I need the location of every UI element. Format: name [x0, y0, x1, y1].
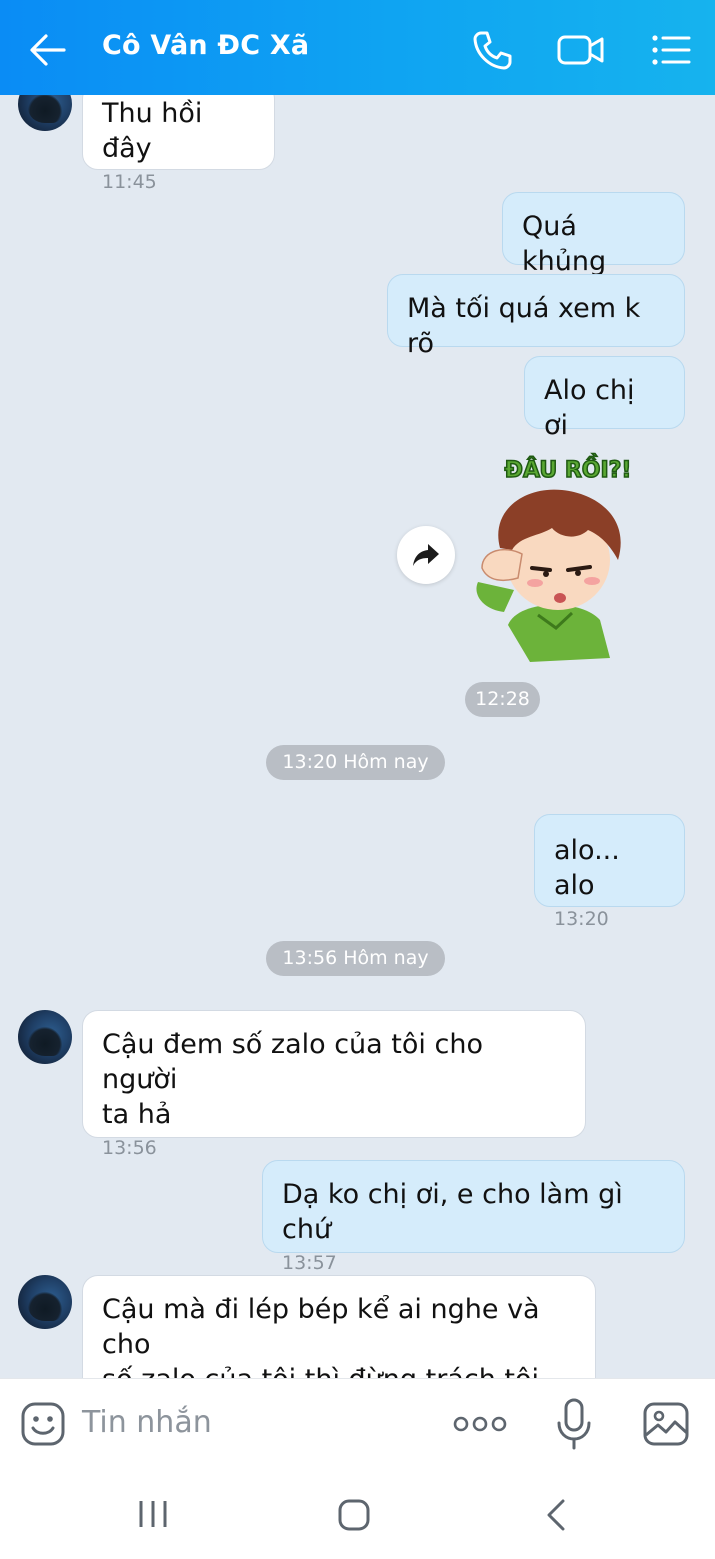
image-icon[interactable] — [642, 1401, 690, 1447]
message-bubble-outgoing[interactable]: Quá khủng — [502, 192, 685, 277]
chat-header: Cô Vân ĐC Xã — [0, 0, 715, 95]
message-time: 13:20 — [554, 908, 609, 930]
contact-name[interactable]: Cô Vân ĐC Xã — [102, 30, 309, 61]
message-time: 11:45 — [102, 171, 157, 193]
video-call-icon[interactable] — [556, 28, 606, 72]
message-text-line: số zalo của tôi thì đừng trách tôi — [102, 1362, 576, 1378]
forward-button[interactable] — [397, 526, 455, 584]
emoji-icon[interactable] — [20, 1401, 66, 1447]
message-text-line: ta hả — [102, 1099, 172, 1130]
cartoon-boy-sticker[interactable]: ĐÂU RỒI?! — [460, 450, 640, 665]
message-bubble-incoming[interactable]: Cậu đem số zalo của tôi cho người ta hả … — [82, 1010, 586, 1159]
home-icon[interactable] — [337, 1498, 371, 1532]
back-icon[interactable] — [544, 1498, 568, 1532]
message-bubble-outgoing[interactable]: Mà tối quá xem k rõ — [387, 274, 685, 359]
back-arrow-icon[interactable] — [26, 30, 70, 70]
message-bubble-incoming[interactable]: Cậu mà đi lép bép kể ai nghe và cho số z… — [82, 1275, 596, 1378]
menu-list-icon[interactable] — [650, 28, 694, 72]
date-separator: 13:20 Hôm nay — [266, 745, 445, 780]
more-options-icon[interactable] — [452, 1409, 508, 1439]
contact-avatar[interactable] — [18, 1010, 72, 1064]
message-text: Thu hồi đây — [102, 98, 203, 164]
message-time-pill: 12:28 — [465, 682, 540, 717]
message-text: Quá khủng — [522, 211, 607, 277]
message-bubble-incoming[interactable]: Thu hồi đây 11:45 — [82, 95, 275, 193]
recent-apps-icon[interactable] — [136, 1498, 170, 1530]
message-time: 13:57 — [282, 1252, 337, 1274]
message-text-line: Cậu đem số zalo của tôi cho người — [102, 1029, 483, 1095]
message-bubble-outgoing[interactable]: alo... alo 13:20 — [534, 814, 685, 930]
microphone-icon[interactable] — [556, 1397, 592, 1451]
message-text: Mà tối quá xem k rõ — [407, 293, 641, 359]
contact-avatar[interactable] — [18, 1275, 72, 1329]
message-list[interactable]: Thu hồi đây 11:45 Quá khủng Mà tối quá x… — [0, 95, 715, 1378]
sticker-caption: ĐÂU RỒI?! — [505, 454, 632, 483]
system-navigation-bar — [0, 1470, 715, 1559]
date-separator: 13:56 Hôm nay — [266, 941, 445, 976]
message-time: 13:56 — [102, 1137, 157, 1159]
message-bubble-outgoing[interactable]: Alo chị ơi — [524, 356, 685, 441]
message-text: Dạ ko chị ơi, e cho làm gì chứ — [282, 1179, 623, 1245]
message-text-line: Cậu mà đi lép bép kể ai nghe và cho — [102, 1294, 540, 1360]
message-input-bar: Tin nhắn — [0, 1378, 715, 1470]
share-arrow-icon — [413, 544, 439, 566]
message-input[interactable]: Tin nhắn — [82, 1405, 212, 1440]
message-text: Alo chị ơi — [544, 375, 635, 441]
contact-avatar[interactable] — [18, 95, 72, 131]
message-text: alo... alo — [554, 835, 620, 901]
message-bubble-outgoing[interactable]: Dạ ko chị ơi, e cho làm gì chứ 13:57 — [262, 1160, 685, 1274]
phone-icon[interactable] — [470, 28, 514, 72]
